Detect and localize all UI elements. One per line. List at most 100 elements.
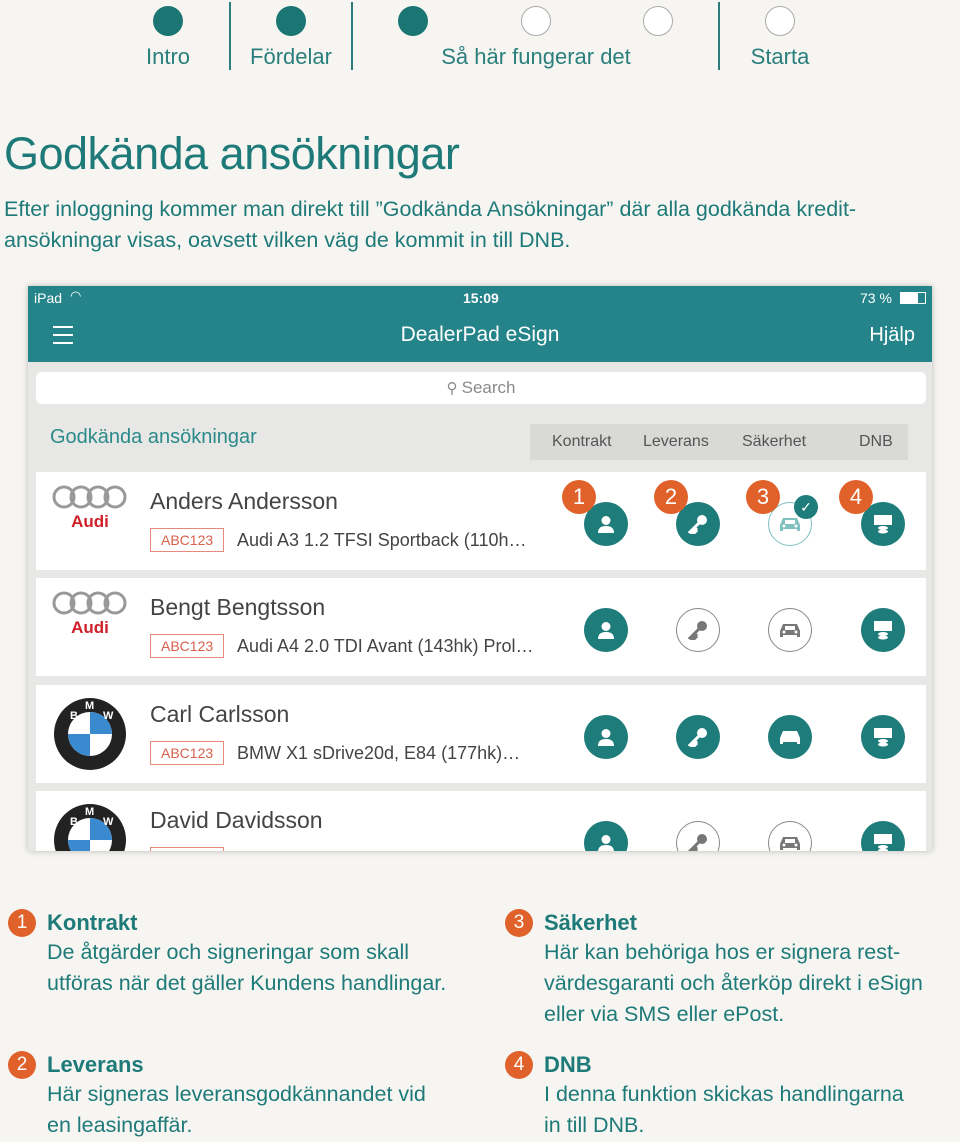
leverans-status-button[interactable]: [676, 608, 720, 652]
col-kontrakt: Kontrakt: [552, 433, 612, 450]
table-row[interactable]: BMW David Davidsson ABC123: [36, 791, 926, 851]
step-starta[interactable]: Starta: [751, 44, 810, 70]
kontrakt-status-button[interactable]: [584, 608, 628, 652]
legend-title: Kontrakt: [47, 910, 138, 935]
callout-badge: 4: [839, 480, 873, 514]
step-fordelar[interactable]: Fördelar: [250, 44, 332, 70]
sakerhet-status-button[interactable]: [768, 608, 812, 652]
page-title: Godkända ansökningar: [4, 128, 460, 179]
legend-text: eller via SMS eller ePost.: [544, 1002, 785, 1026]
car-model: Audi A3 1.2 TFSI Sportback (110h…: [237, 530, 527, 550]
col-dnb: DNB: [859, 433, 893, 450]
nav-bar: DealerPad eSign Hjälp: [28, 310, 932, 362]
step-dot-3[interactable]: [398, 6, 428, 36]
legend-number: 1: [8, 909, 36, 937]
dnb-icon: [873, 833, 893, 851]
leverans-status-button[interactable]: [676, 821, 720, 851]
plate-badge: ABC123: [150, 528, 225, 552]
step-dot-1[interactable]: [153, 6, 183, 36]
callout-badge: 2: [654, 480, 688, 514]
table-row[interactable]: Audi Bengt Bengtsson ABC123 Audi A4 2.0 TDI…: [36, 578, 926, 676]
car-icon: [779, 834, 801, 851]
checkmark-icon: ✓: [794, 495, 818, 519]
legend-title: Leverans: [47, 1052, 144, 1077]
svg-text:B: B: [70, 710, 78, 722]
person-icon: [597, 834, 615, 851]
key-icon: [688, 727, 708, 747]
dnb-status-button[interactable]: [861, 608, 905, 652]
key-icon: [688, 620, 708, 640]
step-dot-2[interactable]: [276, 6, 306, 36]
key-icon: [688, 833, 708, 851]
clock: 15:09: [463, 290, 499, 306]
legend-number: 4: [505, 1051, 533, 1079]
kontrakt-status-button[interactable]: [584, 821, 628, 851]
audi-logo: Audi: [52, 485, 128, 536]
person-icon: [597, 621, 615, 639]
svg-text:Audi: Audi: [71, 512, 109, 531]
legend-text: Här kan behöriga hos er signera rest-: [544, 940, 901, 964]
key-icon: [688, 514, 708, 534]
dnb-status-button[interactable]: [861, 821, 905, 851]
legend-number: 3: [505, 909, 533, 937]
bmw-logo: BMW: [53, 803, 127, 851]
step-dot-6[interactable]: [765, 6, 795, 36]
divider: [351, 2, 353, 70]
legend-number: 2: [8, 1051, 36, 1079]
person-icon: [597, 515, 615, 533]
intro-line: ansökningar visas, oavsett vilken väg de…: [4, 228, 571, 252]
section-title: Godkända ansökningar: [50, 426, 257, 448]
customer-name: David Davidsson: [150, 807, 323, 833]
battery-text: 73 %: [860, 290, 892, 306]
col-sakerhet: Säkerhet: [742, 433, 807, 450]
callout-badge: 1: [562, 480, 596, 514]
search-placeholder: Search: [461, 378, 516, 397]
kontrakt-status-button[interactable]: [584, 715, 628, 759]
sakerhet-status-button[interactable]: [768, 821, 812, 851]
legend-text: Här signeras leveransgodkännandet vid: [47, 1082, 426, 1106]
dnb-icon: [873, 727, 893, 747]
search-input[interactable]: ⚲ Search: [36, 372, 926, 404]
car-model: BMW X1 sDrive20d, E84 (177hk)…: [237, 743, 521, 763]
legend-title: Säkerhet: [544, 910, 637, 935]
step-intro[interactable]: Intro: [146, 44, 190, 70]
wifi-icon: ◠: [70, 288, 82, 303]
car-icon: [779, 515, 801, 533]
leverans-status-button[interactable]: [676, 715, 720, 759]
help-button[interactable]: Hjälp: [869, 324, 915, 347]
column-header: Kontrakt Leverans Säkerhet DNB: [530, 424, 908, 460]
dnb-icon: [873, 620, 893, 640]
step-sa-har[interactable]: Så här fungerar det: [441, 44, 631, 70]
ipad-screenshot: iPad ◠ 15:09 73 % DealerPad eSign Hjälp …: [28, 286, 932, 851]
step-dot-4[interactable]: [521, 6, 551, 36]
battery-icon: [900, 292, 926, 304]
dnb-icon: [873, 514, 893, 534]
customer-name: Anders Andersson: [150, 488, 338, 514]
legend-text: värdesgaranti och återköp direkt i eSign: [544, 971, 923, 995]
legend-text: utföras när det gäller Kundens handlinga…: [47, 971, 447, 995]
person-icon: [597, 728, 615, 746]
app-title: DealerPad eSign: [400, 323, 560, 346]
plate-badge: ABC123: [150, 634, 225, 658]
car-model: Audi A4 2.0 TDI Avant (143hk) Prol…: [237, 636, 534, 656]
customer-name: Bengt Bengtsson: [150, 594, 326, 620]
svg-text:W: W: [103, 710, 114, 722]
col-leverans: Leverans: [643, 433, 709, 450]
table-row[interactable]: Audi Anders Andersson ABC123 Audi A3 1.2 TF…: [36, 472, 926, 570]
sakerhet-status-button[interactable]: [768, 715, 812, 759]
plate-badge: ABC123: [150, 741, 225, 765]
customer-name: Carl Carlsson: [150, 701, 290, 727]
callout-badge: 3: [746, 480, 780, 514]
legend-text: in till DNB.: [544, 1113, 645, 1137]
car-icon: [779, 728, 801, 746]
intro-text: Efter inloggning kommer man direkt till …: [4, 194, 944, 256]
car-icon: [779, 621, 801, 639]
legend-text: en leasingaffär.: [47, 1113, 193, 1137]
dnb-status-button[interactable]: [861, 715, 905, 759]
svg-text:B: B: [70, 816, 78, 828]
intro-line: Efter inloggning kommer man direkt till …: [4, 197, 857, 221]
step-dot-5[interactable]: [643, 6, 673, 36]
divider: [718, 2, 720, 70]
svg-text:W: W: [103, 816, 114, 828]
table-row[interactable]: B M W Carl Carlsson ABC123 BMW X1 sDrive20d, …: [36, 685, 926, 783]
